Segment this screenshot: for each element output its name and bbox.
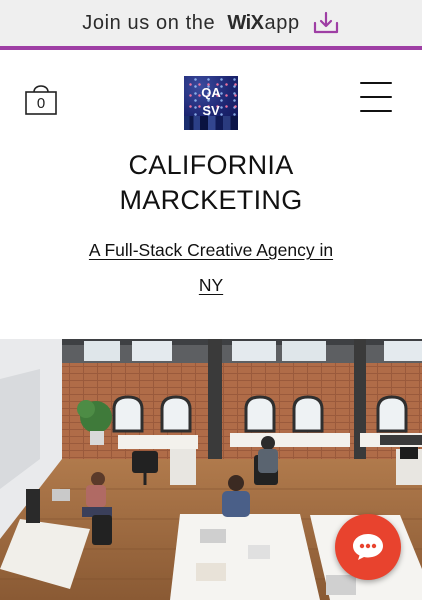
site-title: CALIFORNIA MARCKETING — [0, 148, 422, 218]
cart-button[interactable]: 0 — [25, 78, 61, 116]
wix-logo: WiX — [227, 11, 264, 34]
banner-app-text: app — [264, 11, 300, 34]
site-title-line2: MARCKETING — [119, 185, 303, 215]
banner-divider — [0, 46, 422, 50]
cart-count: 0 — [36, 94, 46, 112]
menu-line — [360, 96, 392, 98]
chat-bubble-icon — [353, 534, 383, 560]
menu-line — [360, 82, 392, 84]
download-icon[interactable] — [312, 11, 340, 35]
site-logo[interactable]: QA SV — [184, 76, 238, 130]
tagline: A Full-Stack Creative Agency in NY — [0, 233, 422, 303]
logo-text-line2: SV — [202, 103, 220, 118]
banner-text: Join us on the WiXapp — [82, 12, 299, 35]
hamburger-menu-icon[interactable] — [360, 82, 392, 112]
tagline-link-line1[interactable]: A Full-Stack Creative Agency in — [89, 240, 333, 260]
tagline-link-line2[interactable]: NY — [199, 275, 223, 295]
menu-line — [360, 110, 392, 112]
logo-text-line1: QA — [201, 85, 221, 100]
wix-app-banner[interactable]: Join us on the WiXapp — [0, 0, 422, 46]
site-title-line1: CALIFORNIA — [128, 150, 294, 180]
banner-join-text: Join us on the — [82, 11, 216, 34]
chat-button[interactable] — [335, 514, 401, 580]
logo-text: QA SV — [184, 84, 238, 120]
